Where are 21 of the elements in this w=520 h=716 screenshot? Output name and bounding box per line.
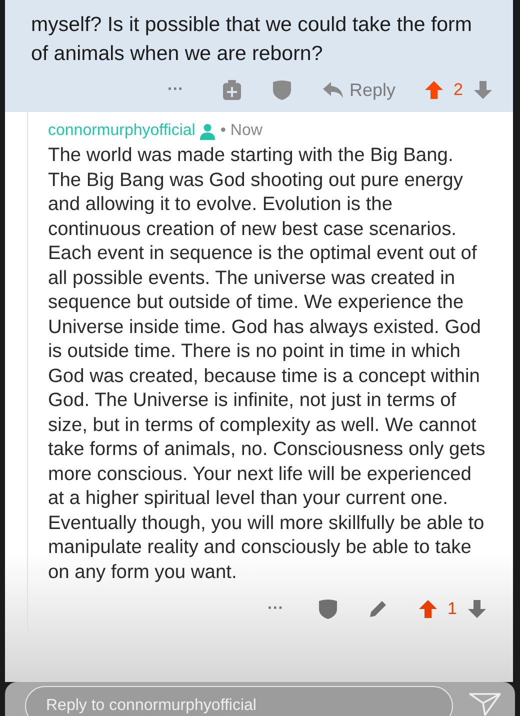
pencil-icon[interactable] xyxy=(368,598,388,620)
author-name[interactable]: connormurphyofficial xyxy=(48,122,196,140)
more-button[interactable]: ··· xyxy=(168,81,184,99)
comment-text: myself? Is it possible that we could take the form of animals when we are reborn? xyxy=(31,12,473,67)
vote-count: 1 xyxy=(448,599,457,619)
send-icon[interactable] xyxy=(469,692,501,716)
shield-icon[interactable] xyxy=(272,79,292,101)
upvote-icon[interactable] xyxy=(418,599,438,619)
gift-icon[interactable] xyxy=(222,79,242,101)
reply-button[interactable]: Reply xyxy=(322,80,396,100)
upvote-icon[interactable] xyxy=(424,80,444,100)
more-button[interactable]: ··· xyxy=(268,600,284,618)
comment-text: The world was made starting with the Big Bang. The Big Bang was God shooting out pure energy and allowing it to evolve. Evolution is the continuous creation of new best case scenarios. Each event in sequence is the optimal event out of all possible events. The universe was created in sequence but outside of time. We experience the Universe inside time. God has always existed. God is outside time. There is no point in time in which God was created, because time is a concept within God. The Universe is infinite, not just in terms of size, but in terms of complexity as well. We cannot take forms of animals, no. Consciousness only gets more conscious. Your next life will be experienced at a higher spiritual level than your current one. Eventually though, you will more skillfully be able to manipulate reality and consciously be able to take on any form you want. xyxy=(48,144,486,584)
reply-field[interactable]: Reply to connormurphyofficial xyxy=(25,686,453,716)
vote-count: 2 xyxy=(454,80,463,100)
timestamp: • Now xyxy=(220,122,262,140)
downvote-icon[interactable] xyxy=(467,599,487,619)
shield-icon[interactable] xyxy=(318,598,338,620)
user-icon xyxy=(199,122,216,140)
reply-arrow-icon xyxy=(322,81,344,99)
downvote-icon[interactable] xyxy=(473,80,493,100)
